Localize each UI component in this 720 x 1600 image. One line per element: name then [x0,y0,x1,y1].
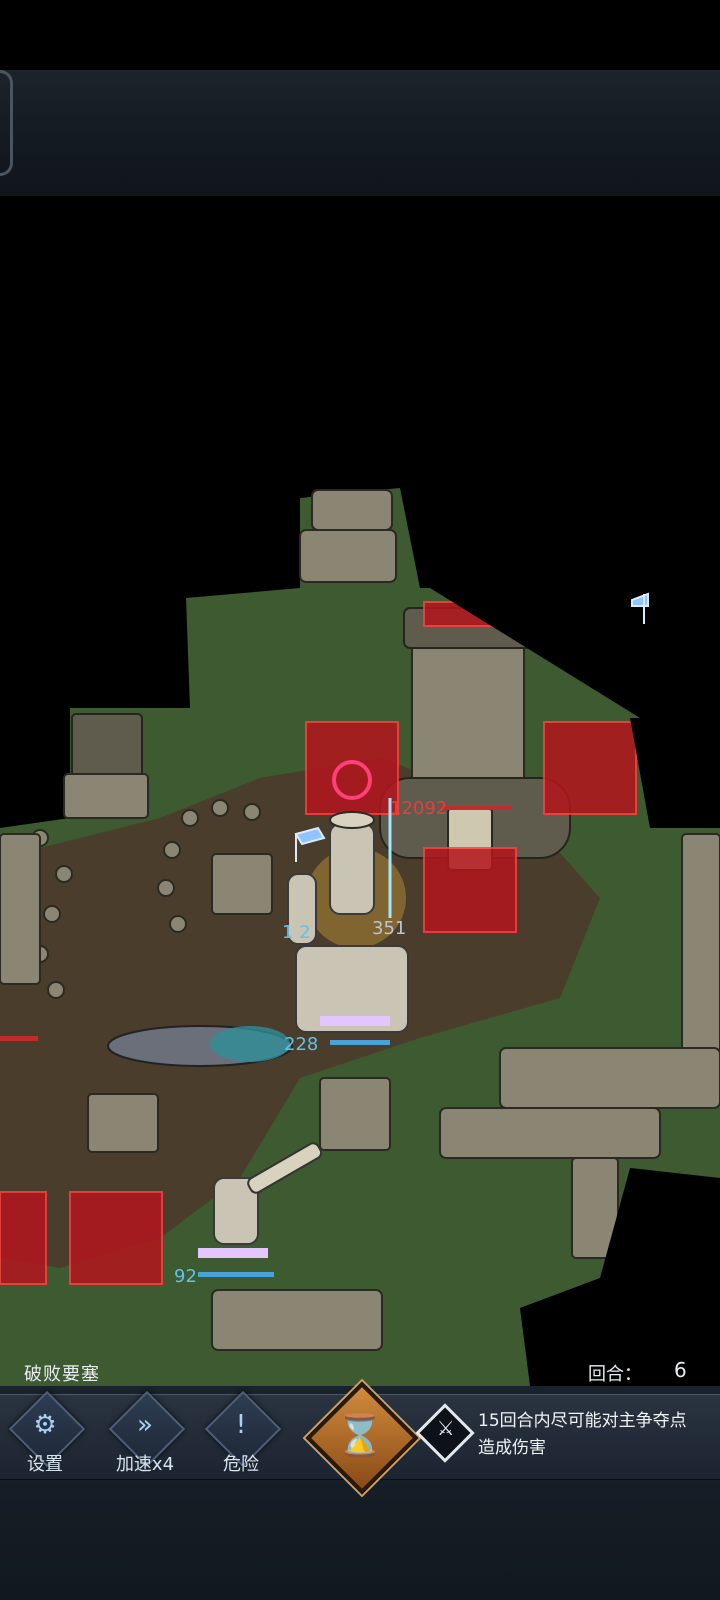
stone-block [319,1077,391,1151]
danger-label: 危险 [223,1454,259,1475]
stage-name: 破败要塞 [24,1364,100,1385]
danger-tile[interactable] [0,1191,47,1285]
unit-hp-value: 228 [284,1034,318,1055]
unit-hp-value: 92 [174,1266,197,1287]
settings-button[interactable]: ⚙ 设置 [0,1390,90,1476]
objective-line-2: 造成伤害 [478,1438,546,1458]
unit-hp-value: 351 [372,918,406,939]
stone-block [0,833,41,985]
stone-block [87,1093,159,1153]
objective-text: 15回合内尽可能对主争夺点 造成伤害 [478,1408,714,1462]
objective-line-1: 15回合内尽可能对主争夺点 [478,1411,687,1431]
broken-pillar-left [63,713,149,819]
speed-button[interactable]: » 加速x4 [100,1390,190,1476]
unit-hp-value: 1 2 [282,922,311,943]
exclamation-icon: ! [235,1410,247,1440]
danger-tile[interactable] [305,721,399,815]
stone-block [211,853,273,915]
top-header-panel [0,70,720,197]
enemy-hp-bar [440,806,512,810]
header-left-tab[interactable] [0,70,13,176]
round-label: 回合： [588,1364,642,1385]
speed-label: 加速x4 [115,1454,175,1475]
fallen-beast[interactable] [107,1025,293,1067]
status-bar-area [0,0,720,70]
danger-tile[interactable] [69,1191,163,1285]
rock-wall-top [299,489,397,583]
settings-label: 设置 [27,1454,63,1475]
tower-hp-value: 12092 [390,798,447,819]
danger-tile[interactable] [423,847,517,933]
hourglass-icon: ⌛ [335,1413,385,1459]
danger-tile[interactable] [543,721,637,815]
gears-icon: ⚙ [33,1410,57,1440]
danger-button[interactable]: ! 危险 [196,1390,286,1476]
fast-forward-icon: » [137,1410,153,1440]
battle-map[interactable]: 12092 1 2 351 228 92 [0,478,720,1386]
end-turn-button[interactable]: ⌛ [305,1381,419,1495]
round-counter: 6 [674,1358,687,1382]
enemy-hp-bar [0,1036,38,1041]
